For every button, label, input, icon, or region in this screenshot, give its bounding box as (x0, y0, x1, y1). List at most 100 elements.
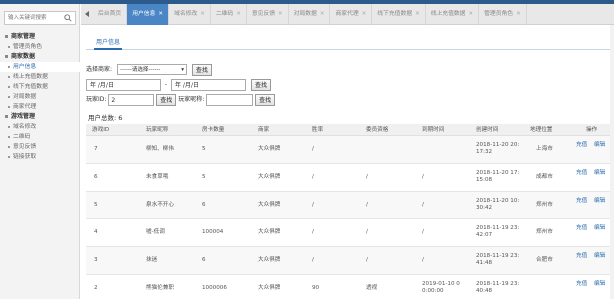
close-icon[interactable]: ✕ (415, 11, 420, 17)
table-row: 5 泉水不开心 6 大众俱牌 / / / 2018-11-20 10: 30:42… (86, 191, 610, 220)
search-icon[interactable] (64, 14, 72, 22)
recharge-link[interactable]: 充值 (576, 225, 587, 232)
player-id-input[interactable]: 2 (108, 94, 155, 106)
tab-domain-edit[interactable]: 域名修改 ✕ (169, 4, 211, 25)
tab-merchant-agent[interactable]: 商家代理 ✕ (330, 4, 373, 25)
sidebar-item-online-recharge[interactable]: 线上充值数据 (0, 72, 80, 82)
created-time: 30:42 (476, 204, 493, 211)
close-icon[interactable]: ✕ (158, 11, 163, 17)
table-row: 4 嘘-低调 100004 大众俱牌 / / / 2018-11-19 23: 4… (86, 219, 610, 248)
menu-group-merchant-data[interactable]: 商家数据 (0, 52, 80, 62)
player-id-query-button[interactable]: 查找 (156, 94, 177, 106)
tab-match-data[interactable]: 对局数据 ✕ (289, 4, 331, 25)
cell-win-rate: / (312, 201, 314, 208)
player-nick-query-button[interactable]: 查找 (255, 94, 276, 106)
sidebar-item-user-info[interactable]: 用户信息 (0, 62, 80, 72)
close-icon[interactable]: ✕ (516, 11, 521, 17)
tab-feedback[interactable]: 意见反馈 ✕ (247, 4, 289, 25)
sidebar-item-offline-recharge[interactable]: 线下充值数据 (0, 82, 80, 92)
cell-actions: 充值 (576, 253, 587, 260)
search-input[interactable] (5, 12, 63, 24)
cell-actions-edit: 编辑 (594, 225, 605, 232)
cell-created-time: 2018-11-19 23: 40:48 (476, 281, 519, 295)
col-win-rate: 胜率 (312, 127, 324, 133)
merchant-label: 选择商家: (86, 66, 113, 73)
tab-online-recharge[interactable]: 线上充值数据 ✕ (426, 4, 480, 25)
group-icon (5, 115, 8, 118)
tab-admin-roles[interactable]: 管理员角色 ✕ (479, 4, 527, 25)
sidebar-item-label: 管理员角色 (13, 44, 42, 50)
sidebar-search[interactable] (4, 11, 76, 25)
cell-game-id: 7 (94, 146, 98, 152)
date-query-button[interactable]: 查找 (250, 79, 271, 91)
vertical-scrollbar[interactable] (610, 25, 614, 299)
sidebar-item-match-data[interactable]: 对局数据 (0, 92, 80, 102)
recharge-link[interactable]: 充值 (576, 170, 587, 177)
menu-group-merchant-admin[interactable]: 商家管理 (0, 32, 80, 42)
tab-user-info-panel[interactable]: 用户信息 (94, 36, 123, 50)
edit-link[interactable]: 编辑 (594, 198, 605, 205)
bullet-icon (8, 125, 10, 128)
cell-actions-edit: 编辑 (594, 281, 605, 288)
merchant-select[interactable]: ------请选择------ ▾ (116, 64, 187, 75)
cell-game-id: 3 (94, 257, 98, 264)
close-icon[interactable]: ✕ (278, 11, 283, 17)
cell-card-count: 6 (202, 257, 206, 264)
sidebar-item-qrcode[interactable]: 二维码 (0, 132, 80, 142)
player-nick-label: 玩家昵称: (178, 96, 205, 103)
recharge-link[interactable]: 充值 (576, 253, 587, 260)
col-expire-time: 到期时间 (422, 127, 445, 133)
sidebar-item-merchant-agent[interactable]: 商家代理 (0, 102, 80, 112)
sidebar-item-domain-edit[interactable]: 域名修改 (0, 122, 80, 132)
col-nickname: 玩家昵称 (146, 127, 169, 133)
cell-created-time: 2018-11-20 17: 15:08 (476, 170, 519, 184)
close-icon[interactable]: ✕ (320, 11, 325, 17)
cell-card-count: 5 (202, 173, 206, 180)
cell-membership: / (366, 201, 368, 208)
sidebar-item-admin-roles[interactable]: 管理员角色 (0, 42, 80, 52)
cell-expire-time: / (422, 229, 424, 236)
cell-game-id: 2 (94, 284, 98, 291)
close-icon[interactable]: ✕ (362, 11, 367, 17)
date-from-input[interactable]: 年 /月/日 (86, 79, 161, 91)
edit-link[interactable]: 编辑 (594, 281, 605, 288)
recharge-link[interactable]: 充值 (576, 281, 587, 288)
sidebar-item-link-get[interactable]: 链接获取 (0, 152, 80, 162)
table-row: 7 柳知、柳伟 5 大众俱牌 / 2018-11-20 20: 17:32 上海市… (86, 136, 610, 164)
sidebar-item-label: 商家代理 (13, 104, 37, 110)
tab-offline-recharge[interactable]: 线下充值数据 ✕ (372, 4, 426, 25)
col-actions: 操作 (586, 127, 598, 133)
filter-date-row: 年 /月/日 - 年 /月/日 查找 (86, 79, 271, 91)
bullet-icon (8, 145, 10, 148)
recharge-link[interactable]: 充值 (576, 142, 587, 149)
tab-label: 线上充值数据 (430, 11, 466, 17)
query-button[interactable]: 查找 (191, 64, 212, 76)
menu-group-game-admin[interactable]: 游戏管理 (0, 112, 80, 122)
sidebar-item-label: 用户信息 (13, 64, 37, 70)
tab-user-info[interactable]: 用户信息 ✕ (127, 4, 170, 25)
cell-membership: 透视 (366, 284, 378, 291)
bullet-icon (8, 135, 10, 138)
tab-qrcode[interactable]: 二维码 ✕ (211, 4, 247, 25)
created-date: 2018-11-20 10: (476, 197, 520, 204)
tab-scroll-left-icon[interactable] (85, 11, 89, 17)
tab-home[interactable]: 后台首页 (93, 4, 128, 25)
close-icon[interactable]: ✕ (468, 11, 473, 17)
close-icon[interactable]: ✕ (236, 11, 241, 17)
bullet-icon (8, 155, 10, 158)
table-row: 3 抹迷 6 大众俱牌 / / / 2018-11-19 23: 41:48 合肥… (86, 247, 610, 275)
cell-card-count: 100004 (202, 229, 224, 236)
cell-expire-time: 2019-01-10 0 0:00:00 (422, 281, 460, 295)
tab-label: 用户信息 (132, 11, 156, 17)
cell-merchant: 大众俱牌 (258, 173, 281, 180)
player-nick-input[interactable] (206, 94, 254, 106)
sidebar-item-feedback[interactable]: 意见反馈 (0, 142, 80, 152)
close-icon[interactable]: ✕ (200, 11, 205, 17)
edit-link[interactable]: 编辑 (594, 142, 605, 149)
edit-link[interactable]: 编辑 (594, 225, 605, 232)
edit-link[interactable]: 编辑 (594, 253, 605, 260)
recharge-link[interactable]: 充值 (576, 198, 587, 205)
sidebar-item-label: 对局数据 (13, 94, 37, 100)
edit-link[interactable]: 编辑 (594, 170, 605, 177)
date-to-input[interactable]: 年 /月/日 (171, 79, 247, 91)
